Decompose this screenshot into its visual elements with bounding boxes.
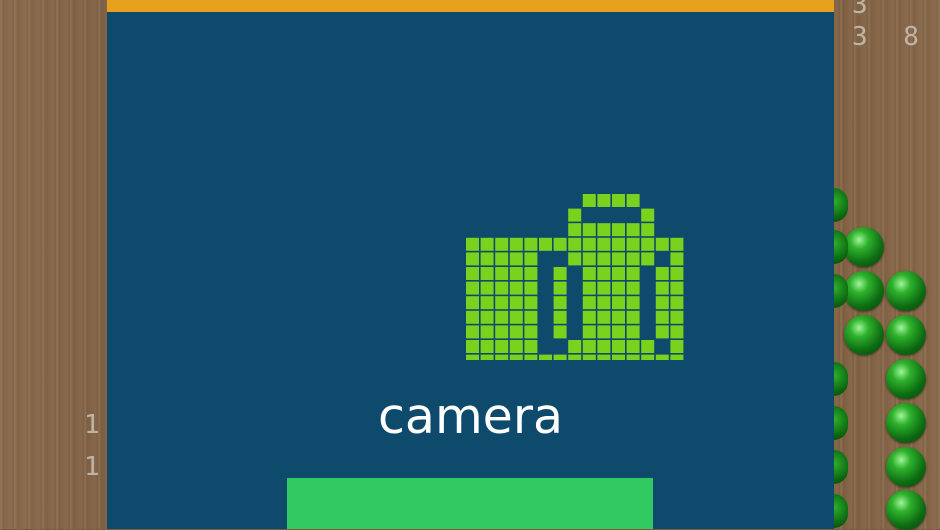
marble[interactable] <box>886 271 926 311</box>
marble[interactable] <box>886 359 926 399</box>
marble[interactable] <box>844 315 884 355</box>
marble[interactable] <box>886 447 926 487</box>
row-number: 1 <box>84 410 110 440</box>
row-number: 1 <box>84 452 110 482</box>
continue-button[interactable] <box>287 478 653 529</box>
row-number: 3 <box>852 0 878 20</box>
marble[interactable] <box>886 403 926 443</box>
dialog-title: camera <box>377 388 564 445</box>
row-number: 3 8 <box>852 22 929 52</box>
dialog-accent-bar <box>107 0 834 12</box>
camera-icon <box>466 194 684 360</box>
marble[interactable] <box>844 227 884 267</box>
marble[interactable] <box>844 271 884 311</box>
marble[interactable] <box>886 490 926 530</box>
unlock-dialog: camera <box>107 0 834 529</box>
marble[interactable] <box>886 315 926 355</box>
